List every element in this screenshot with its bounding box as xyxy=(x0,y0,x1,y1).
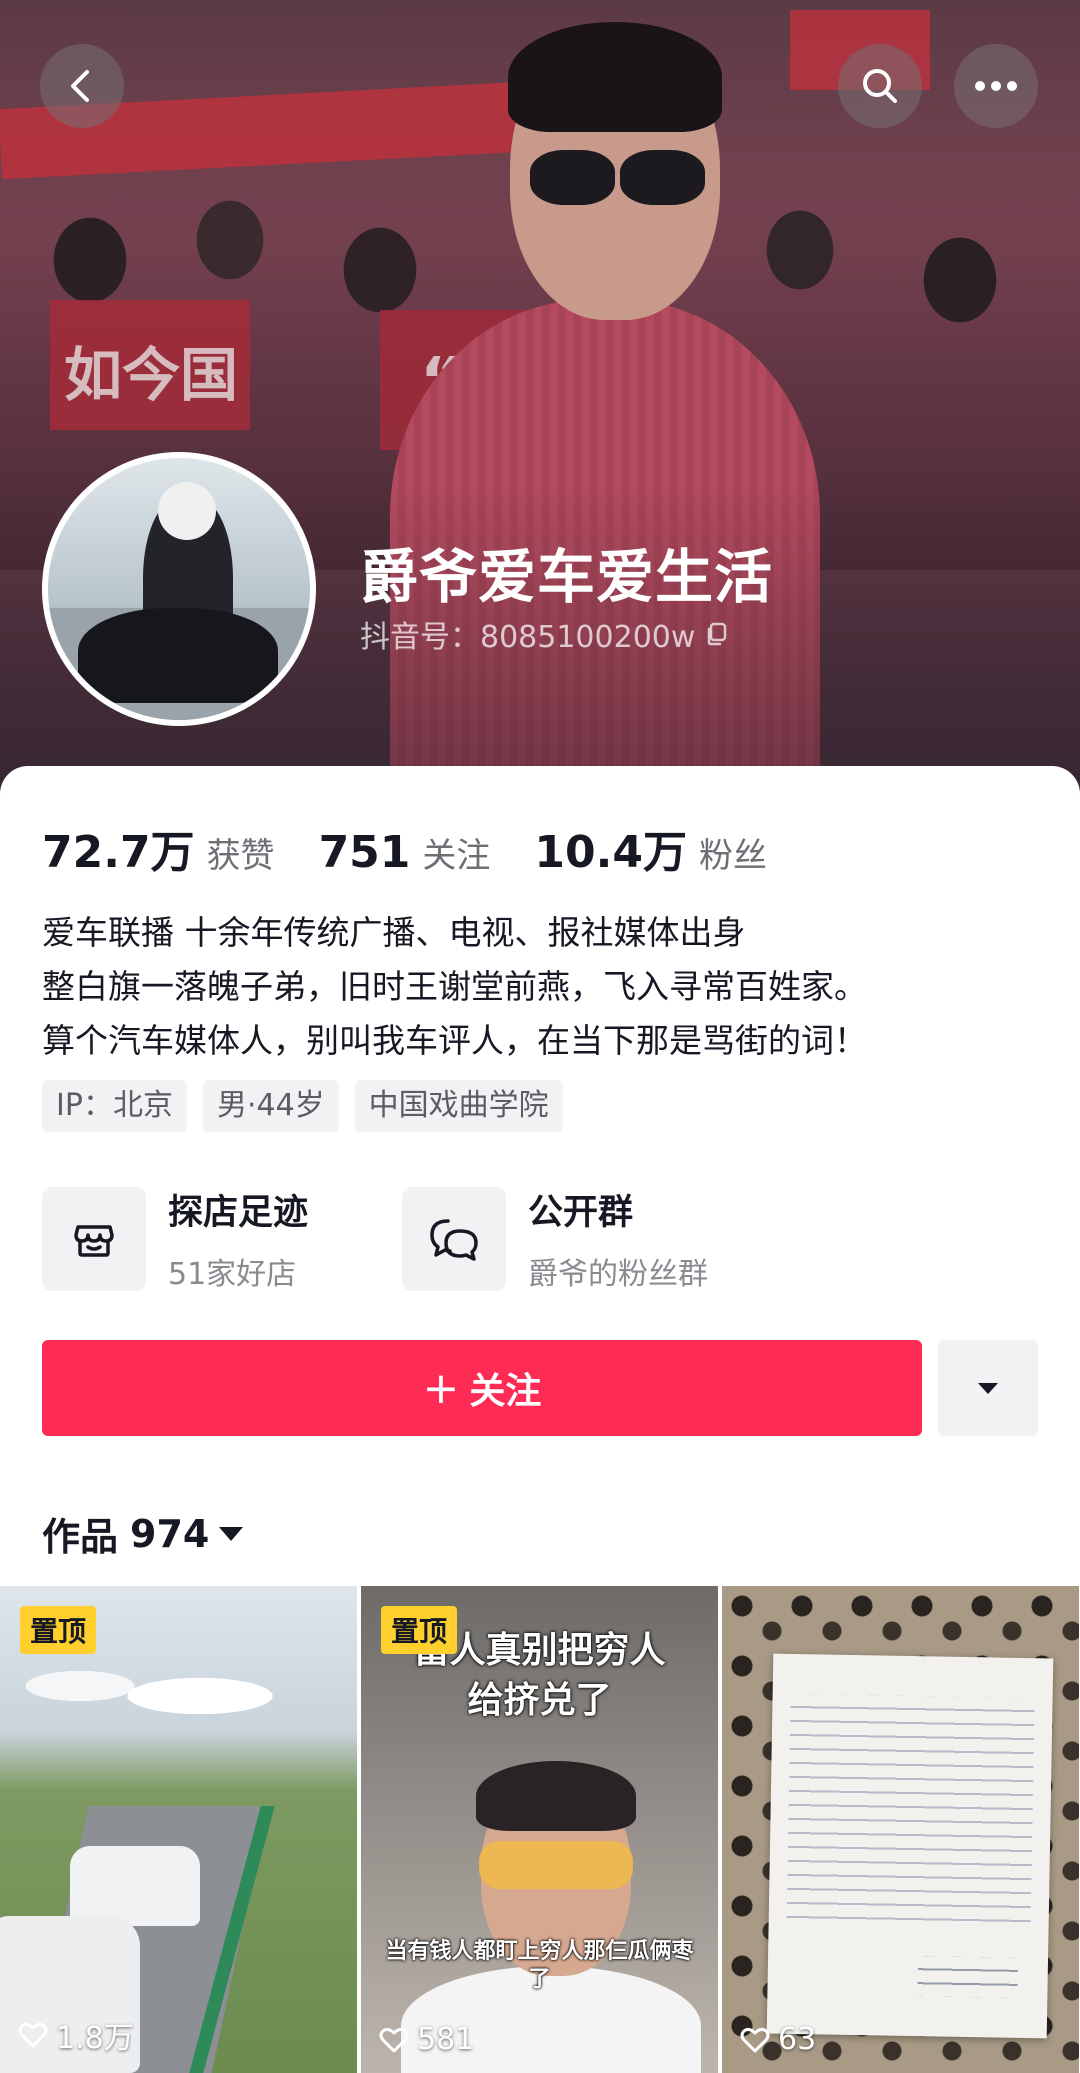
chat-icon xyxy=(402,1186,506,1291)
douyin-id-text: 抖音号：8085100200w xyxy=(360,620,696,655)
stat-likes[interactable]: 72.7万 获赞 xyxy=(42,816,275,880)
stat-label: 获赞 xyxy=(206,836,275,876)
stat-label: 关注 xyxy=(422,836,491,876)
back-button[interactable] xyxy=(40,44,124,128)
shortcut-public-group[interactable]: 公开群 爵爷的粉丝群 xyxy=(402,1184,762,1293)
heart-icon xyxy=(740,2027,770,2052)
search-icon xyxy=(863,69,897,103)
stat-number: 751 xyxy=(318,827,411,878)
video-headline-line: 给挤兑了 xyxy=(467,1680,612,1721)
follow-button[interactable]: + 关注 xyxy=(42,1340,922,1436)
recommend-dropdown-button[interactable] xyxy=(938,1340,1038,1436)
search-button[interactable] xyxy=(838,44,922,128)
plus-icon: + xyxy=(422,1362,460,1414)
shortcut-subtitle: 51家好店 xyxy=(168,1257,297,1292)
profile-tags: IP：北京 男·44岁 中国戏曲学院 xyxy=(42,1080,563,1132)
stats-row: 72.7万 获赞 751 关注 10.4万 粉丝 xyxy=(42,816,811,880)
caret-down-icon xyxy=(219,1526,244,1541)
stat-following[interactable]: 751 关注 xyxy=(319,827,491,878)
likes-count: 581 xyxy=(417,2022,475,2057)
bio-line: 爱车联播 十余年传统广播、电视、报社媒体出身 xyxy=(42,913,746,952)
shop-icon xyxy=(42,1186,146,1291)
works-label: 作品 xyxy=(42,1515,119,1559)
chevron-left-icon xyxy=(71,70,89,102)
video-subtitle: 当有钱人都盯上穷人那仨瓜俩枣 了 xyxy=(361,1938,718,1994)
bio-line: 整白旗一落魄子弟，旧时王谢堂前燕，飞入寻常百姓家。 xyxy=(42,967,867,1006)
follow-row: + 关注 xyxy=(42,1340,1038,1436)
tab-works[interactable]: 作品 974 xyxy=(42,1506,244,1561)
video-grid: 置顶 1.8万 富人真别把穷人 给挤兑了 当有钱人都盯上穷人那仨瓜俩枣 了 置顶 xyxy=(0,1586,1080,2073)
follow-label: 关注 xyxy=(469,1371,542,1412)
shortcut-row: 探店足迹 51家好店 公开群 爵爷的粉丝群 xyxy=(42,1184,762,1293)
shortcut-title: 探店足迹 xyxy=(168,1193,309,1233)
shortcut-title: 公开群 xyxy=(528,1193,634,1233)
cover-banner-left: 如今国 xyxy=(50,300,250,430)
cover-banner-text: 如今国 xyxy=(64,341,239,409)
video-thumbnail[interactable]: 63 xyxy=(722,1586,1079,2073)
video-thumbnail[interactable]: 置顶 1.8万 xyxy=(0,1586,357,2073)
stat-label: 粉丝 xyxy=(698,836,767,876)
pinned-badge: 置顶 xyxy=(20,1606,97,1654)
tag-ip: IP：北京 xyxy=(42,1080,187,1132)
heart-icon xyxy=(18,2022,48,2048)
video-likes: 581 xyxy=(379,2022,474,2057)
video-likes: 63 xyxy=(740,2022,816,2057)
douyin-id: 抖音号：8085100200w xyxy=(360,612,731,656)
likes-count: 63 xyxy=(778,2022,817,2057)
stat-followers[interactable]: 10.4万 粉丝 xyxy=(534,816,767,880)
avatar[interactable] xyxy=(42,452,316,726)
bio-line: 算个汽车媒体人，别叫我车评人，在当下那是骂街的词！ xyxy=(42,1021,867,1060)
works-count: 974 xyxy=(130,1511,210,1556)
letter-image xyxy=(766,1653,1054,2039)
more-button[interactable] xyxy=(954,44,1038,128)
video-likes: 1.8万 xyxy=(18,2013,134,2057)
shortcut-store-visits[interactable]: 探店足迹 51家好店 xyxy=(42,1184,402,1293)
heart-icon xyxy=(379,2027,409,2052)
tag-school[interactable]: 中国戏曲学院 xyxy=(354,1080,563,1132)
stat-number: 72.7万 xyxy=(42,827,195,878)
profile-card: 72.7万 获赞 751 关注 10.4万 粉丝 爱车联播 十余年传统广播、电视… xyxy=(0,766,1080,2073)
video-subtitle-line: 当有钱人都盯上穷人那仨瓜俩枣 xyxy=(385,1939,694,1964)
shortcut-subtitle: 爵爷的粉丝群 xyxy=(528,1257,708,1292)
copy-icon[interactable] xyxy=(703,620,731,648)
pinned-badge: 置顶 xyxy=(381,1606,458,1654)
stat-number: 10.4万 xyxy=(534,827,687,878)
profile-bio: 爱车联播 十余年传统广播、电视、报社媒体出身 整白旗一落魄子弟，旧时王谢堂前燕，… xyxy=(42,906,867,1068)
video-thumbnail[interactable]: 富人真别把穷人 给挤兑了 当有钱人都盯上穷人那仨瓜俩枣 了 置顶 581 xyxy=(361,1586,718,2073)
caret-down-icon xyxy=(978,1383,998,1394)
more-dots-icon xyxy=(975,81,1017,91)
video-subtitle-line: 了 xyxy=(528,1967,551,1992)
tag-gender-age: 男·44岁 xyxy=(202,1080,339,1132)
likes-count: 1.8万 xyxy=(56,2021,134,2056)
profile-nickname: 爵爷爱车爱生活 xyxy=(360,543,774,611)
